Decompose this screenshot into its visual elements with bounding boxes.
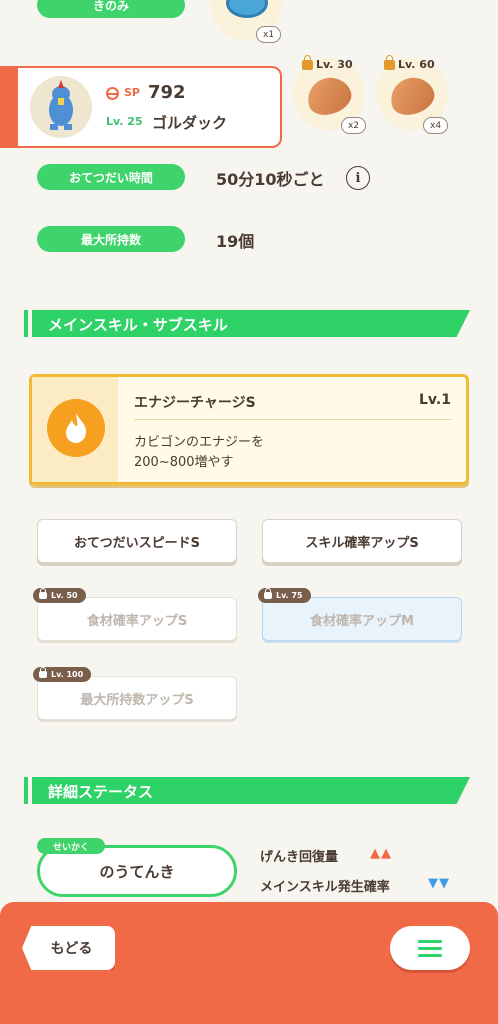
help-time-value: 50分10秒ごと [216, 170, 325, 189]
ingredient-1-count: x2 [341, 117, 367, 134]
sub-skill-3-unlock-tag: Lv. 50 [33, 588, 86, 603]
effect-2-down-icon: ▼▼ [428, 876, 450, 891]
pokemon-level: Lv. 25 [106, 115, 143, 128]
back-button[interactable]: もどる [22, 926, 115, 970]
back-button-label: もどる [50, 941, 93, 957]
detail-section-header: 詳細ステータス [24, 777, 470, 804]
pokemon-avatar [30, 76, 92, 138]
pokemon-card-accent [0, 66, 18, 148]
help-time-label-pill: おてつだい時間 [37, 164, 185, 190]
main-skill-name: エナジーチャージS [134, 395, 256, 411]
menu-icon [418, 940, 442, 957]
main-skill-divider [134, 419, 452, 420]
sub-skill-5-unlock-tag: Lv. 100 [33, 667, 92, 682]
info-icon[interactable]: i [346, 166, 370, 190]
lock-icon [39, 667, 47, 678]
sub-skill-2[interactable]: スキル確率アップS [262, 519, 462, 563]
sub-skill-3[interactable]: 食材確率アップS [37, 597, 237, 641]
effect-2-label: メインスキル発生確率 [260, 880, 390, 895]
main-skill-desc-2: 200~800増やす [134, 455, 234, 470]
carry-value: 19個 [216, 232, 255, 251]
sub-skill-4-unlock-tag: Lv. 75 [258, 588, 311, 603]
sp-value: 792 [148, 82, 186, 103]
menu-button[interactable] [390, 926, 470, 970]
main-skill-level: Lv.1 [419, 392, 451, 408]
lock-icon [264, 588, 272, 599]
sp-label: SP [124, 86, 140, 99]
skills-section-title: メインスキル・サブスキル [48, 316, 228, 334]
sp-icon [106, 87, 119, 100]
ingredient-label: きのみ [92, 0, 129, 13]
ingredient-2-count: x4 [423, 117, 449, 134]
main-skill-desc-1: カビゴンのエナジーを [134, 435, 265, 450]
nature-tag: せいかく [37, 838, 105, 854]
berry-count-badge: x1 [256, 26, 282, 43]
ingredient-2-level: Lv. 60 [384, 54, 435, 71]
pokemon-name: ゴルダック [152, 114, 228, 132]
lock-icon [302, 54, 313, 70]
fire-icon [47, 399, 105, 457]
effect-1-label: げんき回復量 [260, 850, 339, 865]
ingredient-1-level: Lv. 30 [302, 54, 353, 71]
lock-icon [384, 54, 395, 70]
sub-skill-5[interactable]: 最大所持数アップS [37, 676, 237, 720]
detail-section-title: 詳細ステータス [48, 783, 154, 801]
carry-label-pill: 最大所持数 [37, 226, 185, 252]
ingredient-label-pill: きのみ [37, 0, 185, 18]
lock-icon [39, 588, 47, 599]
effect-1-up-icon: ▲▲ [370, 846, 392, 861]
skills-section-header: メインスキル・サブスキル [24, 310, 470, 337]
sub-skill-1[interactable]: おてつだいスピードS [37, 519, 237, 563]
golduck-icon [49, 80, 73, 130]
sub-skill-4[interactable]: 食材確率アップM [262, 597, 462, 641]
nature-value: のうてんき [99, 862, 175, 881]
